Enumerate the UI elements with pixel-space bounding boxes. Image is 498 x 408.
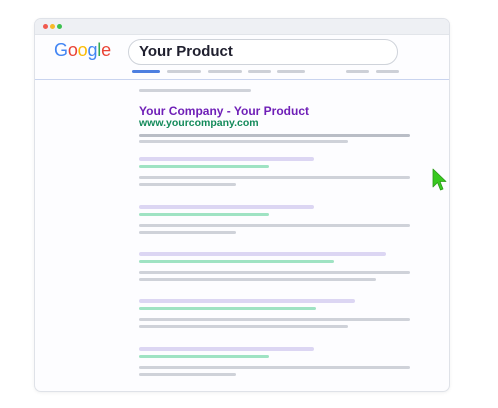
result-snippet-line: [139, 325, 348, 328]
result-snippet-line: [139, 366, 410, 369]
result-snippet-line: [139, 224, 410, 227]
result-snippet-line: [139, 134, 410, 137]
logo-letter: g: [87, 40, 98, 60]
logo-letter: o: [67, 40, 78, 60]
tab-3[interactable]: [208, 70, 242, 73]
result-url-placeholder: [139, 213, 269, 216]
result-snippet-line: [139, 176, 410, 179]
result-snippet-line: [139, 373, 236, 376]
result-url-placeholder: [139, 165, 269, 168]
result-snippet-line: [139, 278, 376, 281]
result-title-placeholder[interactable]: [139, 299, 355, 303]
result-title-placeholder[interactable]: [139, 252, 386, 256]
tab-settings[interactable]: [346, 70, 369, 73]
result-url[interactable]: www.yourcompany.com: [139, 117, 259, 129]
tab-2[interactable]: [167, 70, 201, 73]
result-title-placeholder[interactable]: [139, 205, 314, 209]
tab-tools[interactable]: [376, 70, 399, 73]
maximize-window-button[interactable]: [57, 24, 62, 29]
result-url-placeholder: [139, 307, 316, 310]
result-snippet-line: [139, 271, 410, 274]
logo-letter: o: [77, 40, 88, 60]
result-url-placeholder: [139, 355, 269, 358]
header-divider: [35, 79, 449, 80]
tab-all[interactable]: [132, 70, 160, 73]
result-snippet-line: [139, 231, 236, 234]
arrow-cursor-icon: [432, 168, 447, 191]
minimize-window-button[interactable]: [50, 24, 55, 29]
tab-5[interactable]: [277, 70, 305, 73]
result-url-placeholder: [139, 260, 334, 263]
result-snippet-line: [139, 183, 236, 186]
result-snippet-line: [139, 318, 410, 321]
title-bar: [35, 19, 449, 35]
logo-letter: G: [54, 40, 68, 60]
tab-4[interactable]: [248, 70, 271, 73]
result-title-link[interactable]: Your Company - Your Product: [139, 104, 309, 118]
search-query-text: Your Product: [139, 43, 233, 60]
result-title-placeholder[interactable]: [139, 157, 314, 161]
close-window-button[interactable]: [43, 24, 48, 29]
search-input[interactable]: Your Product: [128, 39, 398, 65]
browser-window: Google Your Product Your Company - Your …: [34, 18, 450, 392]
result-snippet-line: [139, 140, 348, 143]
results-stats-placeholder: [139, 89, 251, 92]
google-logo[interactable]: Google: [54, 40, 111, 61]
result-title-placeholder[interactable]: [139, 347, 314, 351]
logo-letter: e: [101, 40, 111, 60]
